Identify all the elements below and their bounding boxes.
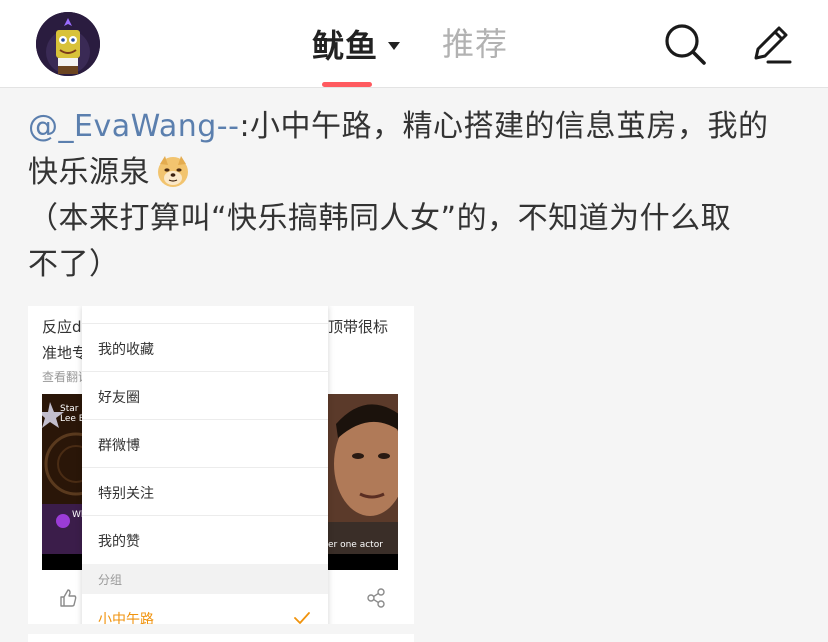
next-card-edge (28, 634, 414, 642)
compose-icon[interactable] (748, 22, 792, 66)
dropdown-item-group-weibo[interactable]: 群微博 (82, 420, 328, 468)
video-thumbnail-right[interactable]: er one actor (328, 394, 398, 570)
card-text-left-2: 准地专 (42, 344, 88, 362)
avatar[interactable] (36, 12, 100, 76)
dropdown-item-label: 我的赞 (98, 534, 140, 550)
dropdown-section-label: 分组 (98, 573, 123, 587)
group-dropdown-menu: 我的收藏 好友圈 群微博 特别关注 我的赞 分组 小中午路 (82, 306, 328, 624)
dropdown-item-label: 好友圈 (98, 390, 140, 406)
post-image-screenshot[interactable]: 反应d 准地专 查看翻译 顶带很标 Star De Lee Be Wh er o… (28, 306, 414, 624)
checkmark-icon (294, 610, 310, 624)
dropdown-section-header: 分组 (82, 564, 328, 594)
post-text-line1: :小中午路，精心搭建的信息茧房，我的 (239, 109, 769, 144)
dropdown-item-friends-circle[interactable]: 好友圈 (82, 372, 328, 420)
post-line-1: @_EvaWang--:小中午路，精心搭建的信息茧房，我的 (28, 104, 808, 150)
post-line-4: 不了） (28, 242, 808, 288)
tab-recommend[interactable]: 推荐 (442, 22, 508, 66)
like-icon[interactable] (58, 588, 78, 608)
post-line-3: （本来打算叫“快乐搞韩同人女”的，不知道为什么取 (28, 196, 808, 242)
post-line-2: 快乐源泉 (28, 150, 808, 196)
tab-squid[interactable]: 鱿鱼 (312, 22, 401, 66)
dropdown-item-favorites[interactable]: 我的收藏 (82, 324, 328, 372)
dropdown-item-label: 我的收藏 (98, 342, 154, 358)
doge-icon (156, 154, 190, 188)
dropdown-item-my-likes[interactable]: 我的赞 (82, 516, 328, 564)
user-mention-link[interactable]: @_EvaWang-- (28, 109, 239, 144)
card-text-left-1: 反应d (42, 318, 82, 336)
post-text-line2: 快乐源泉 (28, 155, 150, 190)
dropdown-item-label: 群微博 (98, 438, 140, 454)
top-nav-bar: 鱿鱼 推荐 (0, 0, 828, 88)
dropdown-item-partial[interactable] (82, 306, 328, 324)
tab-squid-label: 鱿鱼 (312, 27, 379, 65)
post-text-line4: 不了） (28, 247, 120, 282)
caret-down-icon (388, 42, 401, 50)
dropdown-item-special-follow[interactable]: 特别关注 (82, 468, 328, 516)
search-icon[interactable] (663, 22, 707, 66)
avatar-image (36, 12, 100, 76)
share-icon[interactable] (366, 588, 386, 608)
dropdown-selected-label: 小中午路 (98, 612, 154, 624)
video-right-caption: er one actor (328, 540, 383, 550)
dropdown-item-selected[interactable]: 小中午路 (82, 594, 328, 624)
dropdown-item-label: 特别关注 (98, 486, 154, 502)
post-text-line3: （本来打算叫“快乐搞韩同人女”的，不知道为什么取 (28, 201, 732, 236)
active-tab-indicator (322, 82, 372, 87)
post-text: @_EvaWang--:小中午路，精心搭建的信息茧房，我的 快乐源泉 （本来打算… (28, 104, 808, 288)
card-text-right: 顶带很标 (328, 318, 389, 336)
